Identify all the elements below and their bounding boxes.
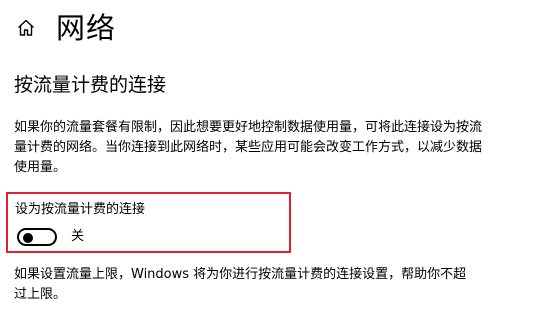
metered-connection-highlight: 设为按流量计费的连接 关 <box>6 192 291 253</box>
toggle-knob <box>23 233 33 243</box>
section-description: 如果你的流量套餐有限制，因此想要更好地控制数据使用量，可将此连接设为按流量计费的… <box>14 120 483 175</box>
metered-toggle-label: 设为按流量计费的连接 <box>15 202 146 217</box>
toggle-state-text: 关 <box>71 229 85 244</box>
page-header: 网络 <box>14 8 116 48</box>
metered-toggle-row[interactable]: 关 <box>17 228 84 246</box>
data-limit-note: 如果设置流量上限，Windows 将为你进行按流量计费的连接设置，帮助你不超过上… <box>14 267 467 302</box>
section-title: 按流量计费的连接 <box>14 74 167 96</box>
home-icon[interactable] <box>14 16 38 40</box>
metered-connection-toggle[interactable] <box>17 228 57 246</box>
page-title: 网络 <box>56 11 117 45</box>
